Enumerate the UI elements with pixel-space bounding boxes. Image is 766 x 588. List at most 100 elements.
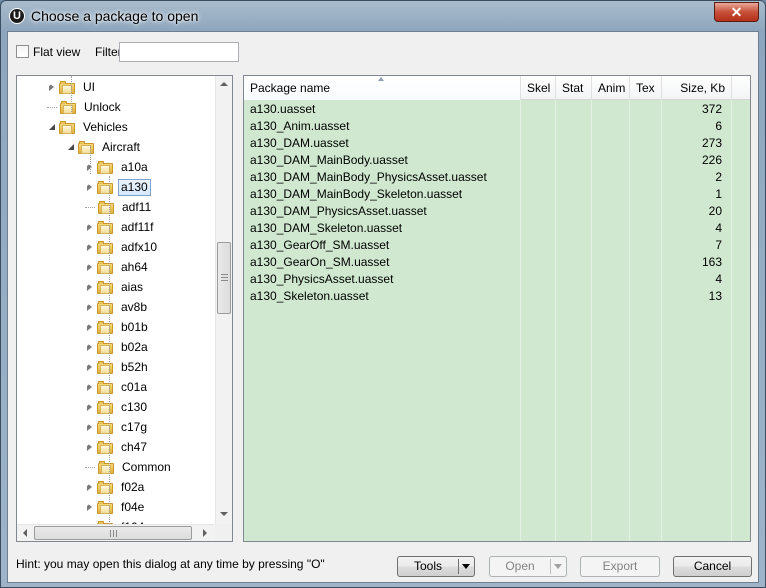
package-name-cell: a130_GearOff_SM.uasset xyxy=(250,238,390,252)
open-button[interactable]: Open xyxy=(489,556,567,577)
folder-tree-items: UI Unlock Vehicles Aircraft a10a a130 adf11 adf… xyxy=(17,76,215,524)
table-row[interactable]: a130_PhysicsAsset.uasset 4 xyxy=(244,271,750,288)
package-list[interactable]: Package name Skel Stat Anim Tex Size, Kb… xyxy=(243,75,751,542)
expand-arrow-icon[interactable] xyxy=(87,283,92,291)
tree-item[interactable]: c130 xyxy=(85,397,150,417)
folder-tree[interactable]: UI Unlock Vehicles Aircraft a10a a130 adf11 adf… xyxy=(16,75,233,542)
tree-item[interactable]: a130 xyxy=(85,177,151,197)
expand-arrow-icon[interactable] xyxy=(87,383,92,391)
tree-item-label: ah64 xyxy=(121,259,148,274)
tree-horizontal-scrollbar[interactable] xyxy=(17,524,215,541)
table-row[interactable]: a130.uasset 372 xyxy=(244,101,750,118)
tree-vertical-scrollbar[interactable] xyxy=(215,76,232,524)
tree-item[interactable]: Aircraft xyxy=(66,137,143,157)
tree-item[interactable]: f104 xyxy=(85,517,147,524)
package-size-cell: 6 xyxy=(715,119,722,133)
tree-item[interactable]: b52h xyxy=(85,357,151,377)
expand-arrow-icon[interactable] xyxy=(87,183,92,191)
package-size-cell: 372 xyxy=(701,102,722,116)
title-bar[interactable]: U Choose a package to open ✕ xyxy=(1,1,765,31)
expand-arrow-icon[interactable] xyxy=(87,443,92,451)
table-row[interactable]: a130_Skeleton.uasset 13 xyxy=(244,288,750,305)
package-size-cell: 1 xyxy=(715,187,722,201)
column-header-anim[interactable]: Anim xyxy=(592,76,630,100)
expand-arrow-icon[interactable] xyxy=(87,343,92,351)
table-row[interactable]: a130_DAM_MainBody_PhysicsAsset.uasset 2 xyxy=(244,169,750,186)
column-header-package-name[interactable]: Package name xyxy=(244,76,521,100)
table-row[interactable]: a130_DAM_MainBody_Skeleton.uasset 1 xyxy=(244,186,750,203)
expand-arrow-icon[interactable] xyxy=(87,423,92,431)
flat-view-checkbox[interactable] xyxy=(16,45,29,58)
cancel-button[interactable]: Cancel xyxy=(673,556,752,577)
table-row[interactable]: a130_Anim.uasset 6 xyxy=(244,118,750,135)
expand-arrow-icon[interactable] xyxy=(87,363,92,371)
close-button[interactable]: ✕ xyxy=(714,2,759,22)
tree-item[interactable]: UI xyxy=(47,77,98,97)
tree-item[interactable]: Common xyxy=(85,457,174,477)
tree-item[interactable]: adf11f xyxy=(85,217,156,237)
tree-item-label: b01b xyxy=(121,319,148,334)
package-size-cell: 4 xyxy=(715,272,722,286)
expand-arrow-icon[interactable] xyxy=(87,483,92,491)
collapse-arrow-icon[interactable] xyxy=(68,144,74,150)
tree-item-label: Unlock xyxy=(84,99,121,114)
tree-item[interactable]: Vehicles xyxy=(47,117,131,137)
table-row[interactable]: a130_DAM_MainBody.uasset 226 xyxy=(244,152,750,169)
tree-item[interactable]: b01b xyxy=(85,317,151,337)
tree-item[interactable]: c01a xyxy=(85,377,150,397)
tree-item[interactable]: av8b xyxy=(85,297,150,317)
tree-item[interactable]: c17g xyxy=(85,417,150,437)
tree-connector xyxy=(85,467,95,468)
tools-button[interactable]: Tools xyxy=(397,556,475,577)
scroll-right-icon[interactable] xyxy=(203,529,207,537)
tree-item[interactable]: a10a xyxy=(85,157,151,177)
tree-horizontal-scroll-thumb[interactable] xyxy=(34,526,192,540)
scroll-down-icon[interactable] xyxy=(220,512,228,516)
package-list-body: a130.uasset 372 a130_Anim.uasset 6 a130_DAM.… xyxy=(244,100,750,541)
package-name-cell: a130_DAM.uasset xyxy=(250,136,349,150)
tree-item-label: adf11 xyxy=(122,199,152,214)
filter-input[interactable] xyxy=(119,42,239,62)
expand-arrow-icon[interactable] xyxy=(49,83,54,91)
package-name-cell: a130_DAM_MainBody_PhysicsAsset.uasset xyxy=(250,170,487,184)
tree-item[interactable]: adf11 xyxy=(85,197,154,217)
collapse-arrow-icon[interactable] xyxy=(49,124,55,130)
tree-item[interactable]: b02a xyxy=(85,337,151,357)
scroll-up-icon[interactable] xyxy=(220,82,228,86)
tree-connector xyxy=(85,207,95,208)
folder-icon xyxy=(78,140,94,154)
expand-arrow-icon[interactable] xyxy=(87,403,92,411)
tree-item[interactable]: aias xyxy=(85,277,146,297)
column-header-size[interactable]: Size, Kb xyxy=(662,76,732,100)
tree-item[interactable]: f04e xyxy=(85,497,147,517)
expand-arrow-icon[interactable] xyxy=(87,323,92,331)
tree-item[interactable]: ah64 xyxy=(85,257,151,277)
flat-view-label[interactable]: Flat view xyxy=(33,45,80,59)
expand-arrow-icon[interactable] xyxy=(87,303,92,311)
scroll-left-icon[interactable] xyxy=(23,529,27,537)
tree-item-label: c17g xyxy=(121,419,148,434)
table-row[interactable]: a130_DAM_Skeleton.uasset 4 xyxy=(244,220,750,237)
tree-vertical-scroll-thumb[interactable] xyxy=(217,242,231,314)
export-button[interactable]: Export xyxy=(580,556,660,577)
expand-arrow-icon[interactable] xyxy=(87,243,92,251)
table-row[interactable]: a130_DAM_PhysicsAsset.uasset 20 xyxy=(244,203,750,220)
tree-item[interactable]: f02a xyxy=(85,477,147,497)
column-header-skel[interactable]: Skel xyxy=(521,76,556,100)
column-header-stat[interactable]: Stat xyxy=(556,76,592,100)
tree-item-label: f04e xyxy=(121,499,145,514)
expand-arrow-icon[interactable] xyxy=(87,263,92,271)
tree-item[interactable]: Unlock xyxy=(47,97,124,117)
expand-arrow-icon[interactable] xyxy=(87,223,92,231)
package-name-cell: a130.uasset xyxy=(250,102,316,116)
table-row[interactable]: a130_GearOff_SM.uasset 7 xyxy=(244,237,750,254)
expand-arrow-icon[interactable] xyxy=(87,503,92,511)
column-header-tex[interactable]: Tex xyxy=(630,76,662,100)
package-name-cell: a130_DAM_PhysicsAsset.uasset xyxy=(250,204,427,218)
tree-item-label: b52h xyxy=(121,359,148,374)
tree-item[interactable]: ch47 xyxy=(85,437,150,457)
tree-item[interactable]: adfx10 xyxy=(85,237,160,257)
package-size-cell: 2 xyxy=(715,170,722,184)
table-row[interactable]: a130_GearOn_SM.uasset 163 xyxy=(244,254,750,271)
table-row[interactable]: a130_DAM.uasset 273 xyxy=(244,135,750,152)
